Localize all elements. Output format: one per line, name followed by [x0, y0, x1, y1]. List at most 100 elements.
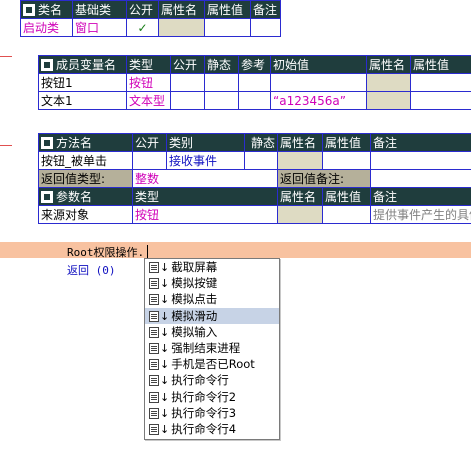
base-class-header: 基础类: [72, 0, 127, 19]
member-init-header: 初始值: [270, 55, 367, 74]
autocomplete-item-label: 强制结束进程: [171, 340, 241, 355]
param-propval-header: 属性值: [322, 187, 371, 206]
autocomplete-item[interactable]: ↓ 执行命令行4: [145, 421, 279, 437]
autocomplete-item-label: 执行命令行4: [171, 421, 237, 436]
member-propname-cell[interactable]: [366, 91, 411, 110]
member-name-cell[interactable]: 文本1: [38, 91, 127, 110]
down-arrow-icon: ↓: [160, 325, 170, 339]
note-header: 备注: [250, 0, 281, 19]
down-arrow-icon: ↓: [160, 374, 170, 388]
autocomplete-item-label: 截取屏幕: [171, 260, 218, 274]
param-propname-cell[interactable]: [277, 205, 323, 224]
member-type-cell[interactable]: 文本型: [126, 91, 171, 110]
prop-name-cell[interactable]: [158, 18, 205, 37]
autocomplete-item-label: 手机是否已Root: [171, 357, 255, 372]
return-note-label: 返回值备注:: [277, 169, 371, 188]
member-public-cell[interactable]: [170, 73, 205, 92]
member-static-header: 静态: [204, 55, 239, 74]
autocomplete-item[interactable]: ↓ 执行命令行: [145, 372, 279, 388]
member-public-cell[interactable]: [170, 91, 205, 110]
down-arrow-icon: ↓: [160, 341, 170, 355]
autocomplete-item[interactable]: ↓ 模拟输入: [145, 324, 279, 340]
member-type-cell[interactable]: 按钮: [126, 73, 171, 92]
autocomplete-item[interactable]: ↓ 强制结束进程: [145, 340, 279, 356]
autocomplete-item[interactable]: ↓ 模拟按键: [145, 275, 279, 291]
method-propval-cell[interactable]: [322, 151, 371, 170]
member-name-cell[interactable]: 按钮1: [38, 73, 127, 92]
return-note-cell[interactable]: [370, 169, 471, 188]
down-arrow-icon: ↓: [160, 390, 170, 404]
method-icon: [149, 342, 159, 354]
member-init-cell[interactable]: [270, 73, 367, 92]
autocomplete-item[interactable]: ↓ 执行命令行3: [145, 405, 279, 421]
method-name-cell[interactable]: 按钮_被单击: [38, 151, 133, 170]
method-category-cell[interactable]: 接收事件: [166, 151, 245, 170]
param-name-cell[interactable]: 来源对象: [38, 205, 133, 224]
member-static-cell[interactable]: [204, 91, 239, 110]
method-name-header: 方法名: [38, 133, 133, 152]
method-category-header: 类别: [166, 133, 245, 152]
table-row[interactable]: 按钮_被单击 接收事件: [38, 151, 471, 170]
note-cell[interactable]: [250, 18, 281, 37]
method-table: 方法名 公开 类别 静态 属性名 属性值 备注 按钮_被单击 接收事件 返回值类…: [38, 133, 471, 224]
method-public-header: 公开: [132, 133, 167, 152]
return-type-cell[interactable]: 整数: [132, 169, 278, 188]
table-row[interactable]: 来源对象 按钮 提供事件产生的具体: [38, 205, 471, 224]
autocomplete-item-label: 模拟按键: [171, 276, 218, 291]
autocomplete-item-label: 执行命令行: [171, 373, 229, 388]
method-icon: [149, 423, 159, 435]
autocomplete-item[interactable]: ↓ 截取屏幕: [145, 259, 279, 275]
public-check-icon[interactable]: ✓: [126, 18, 159, 37]
table-row[interactable]: 文本1 文本型 “a123456a”: [38, 91, 471, 110]
method-icon: [149, 310, 159, 322]
method-icon: [149, 359, 159, 371]
param-name-header: 参数名: [38, 187, 133, 206]
down-arrow-icon: ↓: [160, 406, 170, 420]
param-icon: [41, 191, 53, 203]
member-static-cell[interactable]: [204, 73, 239, 92]
method-propval-header: 属性值: [322, 133, 371, 152]
method-static-cell[interactable]: [244, 151, 278, 170]
down-arrow-icon: ↓: [160, 422, 170, 436]
member-propval-header: 属性值: [410, 55, 471, 74]
return-type-label: 返回值类型:: [38, 169, 133, 188]
table-row[interactable]: 按钮1 按钮: [38, 73, 471, 92]
code-line-2[interactable]: 返回 (0): [67, 262, 116, 278]
member-propval-cell[interactable]: [410, 73, 471, 92]
method-propname-cell[interactable]: [277, 151, 323, 170]
param-note-cell[interactable]: 提供事件产生的具体: [370, 205, 471, 224]
param-propname-header: 属性名: [277, 187, 323, 206]
marker-line: [0, 145, 12, 146]
member-ref-cell[interactable]: [238, 73, 271, 92]
class-table: 类名 基础类 公开 属性名 属性值 备注 启动类 窗口 ✓: [20, 0, 281, 37]
param-type-header: 类型: [132, 187, 278, 206]
param-type-cell[interactable]: 按钮: [132, 205, 278, 224]
method-note-cell[interactable]: [370, 151, 471, 170]
param-note-header: 备注: [370, 187, 471, 206]
member-propname-cell[interactable]: [366, 73, 411, 92]
base-class-cell[interactable]: 窗口: [72, 18, 127, 37]
public-header: 公开: [126, 0, 159, 19]
autocomplete-item[interactable]: ↓ 模拟点击: [145, 291, 279, 307]
method-icon: [149, 375, 159, 387]
autocomplete-item[interactable]: ↓ 手机是否已Root: [145, 356, 279, 372]
autocomplete-item[interactable]: ↓ 模拟滑动: [145, 307, 279, 324]
member-ref-cell[interactable]: [238, 91, 271, 110]
param-propval-cell[interactable]: [322, 205, 371, 224]
marker-line: [0, 56, 12, 57]
method-icon: [149, 262, 159, 273]
member-propval-cell[interactable]: [410, 91, 471, 110]
autocomplete-item-label: 模拟点击: [171, 292, 218, 307]
autocomplete-item-label: 模拟输入: [171, 324, 218, 339]
method-public-cell[interactable]: [132, 151, 167, 170]
down-arrow-icon: ↓: [160, 293, 170, 307]
prop-name-header: 属性名: [158, 0, 205, 19]
autocomplete-popup[interactable]: ↓ 截取屏幕 ↓ 模拟按键 ↓ 模拟点击 ↓ 模拟滑动 ↓ 模拟输入 ↓ 强制结束进程 ↓ 手机是否已Ro…: [144, 258, 280, 440]
prop-value-cell[interactable]: [204, 18, 251, 37]
method-icon: [149, 326, 159, 338]
member-init-cell[interactable]: “a123456a”: [270, 91, 367, 110]
autocomplete-item[interactable]: ↓ 执行命令行2: [145, 389, 279, 405]
class-name-cell[interactable]: 启动类: [20, 18, 73, 37]
member-table: 成员变量名 类型 公开 静态 参考 初始值 属性名 属性值 按钮1 按钮 文本1…: [38, 55, 471, 110]
code-line-1[interactable]: Root权限操作.: [67, 244, 149, 260]
